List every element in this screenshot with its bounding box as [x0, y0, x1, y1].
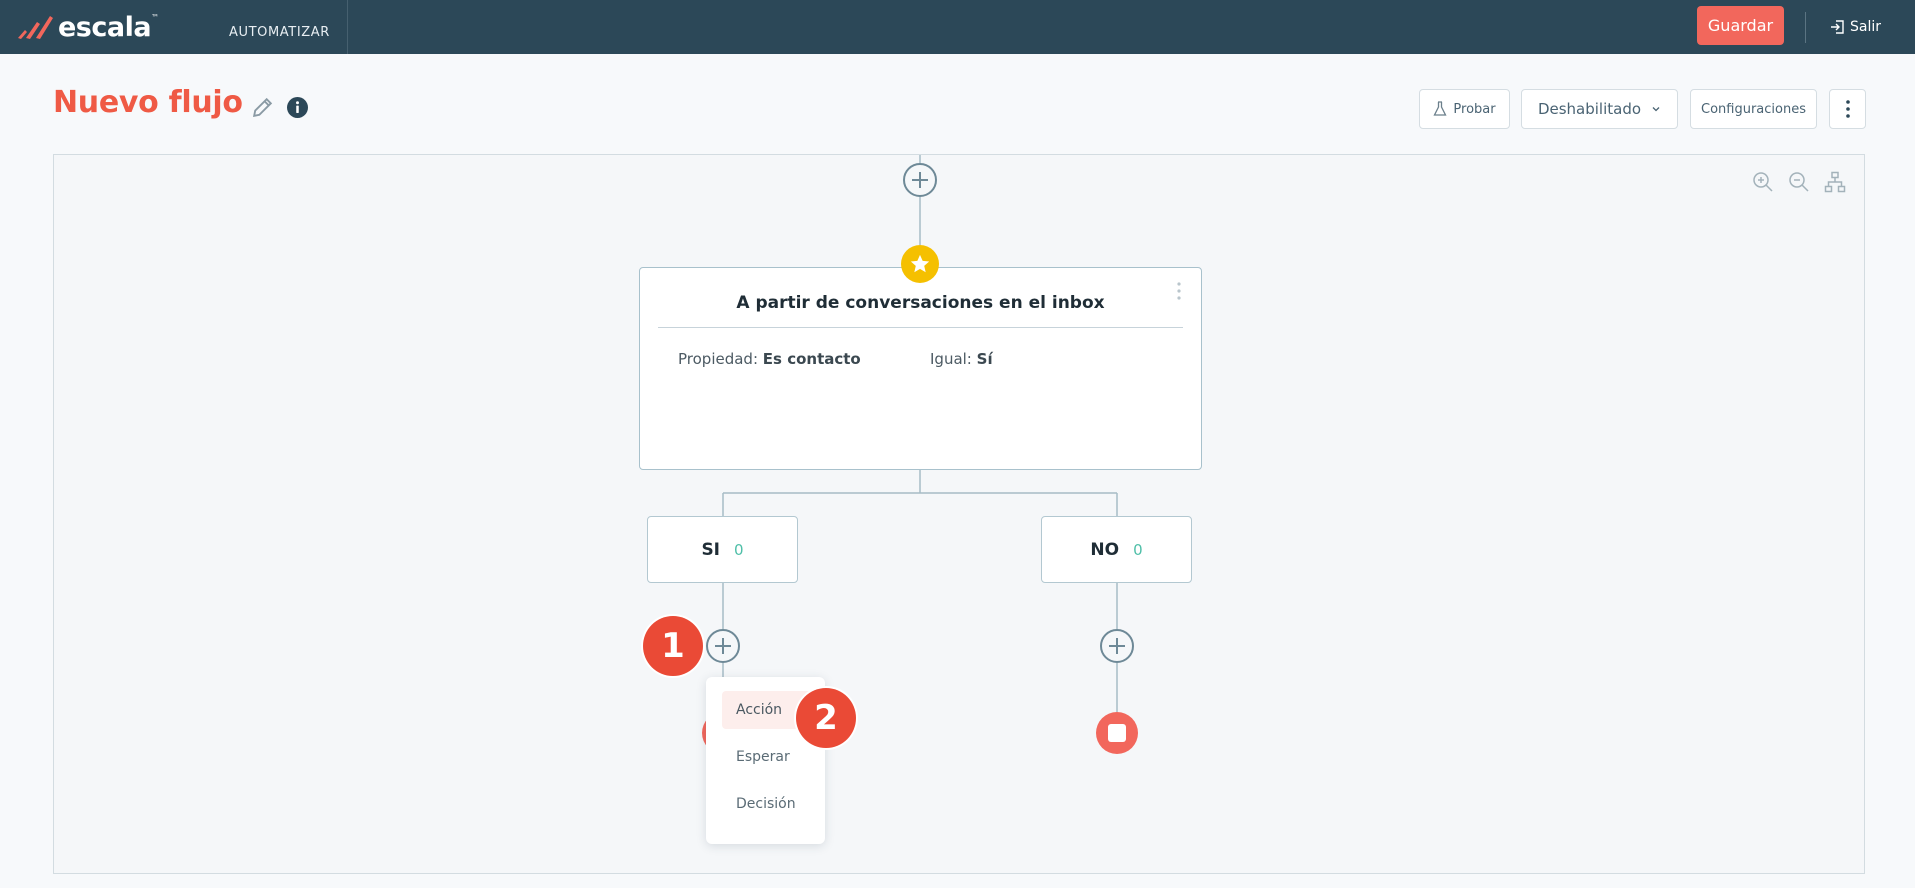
branch-si-label: SI — [701, 539, 721, 560]
condition-equals: Igual: Sí — [930, 350, 993, 368]
settings-button[interactable]: Configuraciones — [1690, 89, 1817, 129]
trigger-title: A partir de conversaciones en el inbox — [736, 293, 1105, 313]
status-dropdown-label: Deshabilitado — [1537, 100, 1642, 118]
stop-icon — [1108, 724, 1126, 742]
test-button[interactable]: Probar — [1419, 89, 1510, 129]
condition-property-value: Es contacto — [762, 350, 861, 368]
nav-automatizar[interactable]: AUTOMATIZAR — [212, 0, 348, 54]
add-step-si-button[interactable] — [706, 629, 740, 663]
trigger-card[interactable]: A partir de conversaciones en el inbox P… — [639, 267, 1202, 470]
flow-canvas[interactable]: A partir de conversaciones en el inbox P… — [53, 154, 1865, 874]
step-badge-1: 1 — [643, 616, 703, 676]
nav-automatizar-label: AUTOMATIZAR — [229, 25, 330, 40]
more-options-button[interactable] — [1829, 89, 1866, 129]
add-step-no-button[interactable] — [1100, 629, 1134, 663]
branch-no-label: NO — [1090, 539, 1120, 560]
branch-no-count: 0 — [1133, 540, 1143, 559]
pencil-icon[interactable] — [250, 95, 275, 120]
logo-text: escala — [58, 11, 152, 43]
card-menu-icon[interactable] — [1177, 282, 1181, 300]
logo-trademark: ™ — [151, 12, 160, 22]
logo-mark-icon — [18, 16, 53, 39]
trigger-divider — [658, 327, 1183, 328]
logout-label: Salir — [1850, 19, 1882, 35]
topbar-divider — [1805, 12, 1806, 43]
top-bar: escala ™ AUTOMATIZAR Guardar Salir — [0, 0, 1915, 54]
condition-equals-label: Igual: — [930, 350, 972, 368]
kebab-menu-icon — [1845, 100, 1850, 118]
logout-button[interactable]: Salir — [1830, 16, 1881, 38]
flask-icon — [1433, 101, 1447, 116]
add-step-top-button[interactable] — [903, 163, 937, 197]
branch-no[interactable]: NO 0 — [1041, 516, 1192, 583]
test-button-label: Probar — [1453, 101, 1496, 117]
menu-item-decision[interactable]: Decisión — [722, 785, 812, 823]
status-dropdown[interactable]: Deshabilitado — [1521, 89, 1678, 129]
branch-si-count: 0 — [734, 540, 744, 559]
trigger-star-icon — [901, 245, 939, 283]
chevron-down-icon — [1652, 107, 1660, 112]
info-icon[interactable] — [287, 97, 308, 118]
menu-item-esperar[interactable]: Esperar — [722, 738, 812, 776]
end-node-no[interactable] — [1096, 712, 1138, 754]
branch-si[interactable]: SI 0 — [647, 516, 798, 583]
condition-property: Propiedad: Es contacto — [678, 350, 861, 368]
condition-equals-value: Sí — [976, 350, 993, 368]
condition-property-label: Propiedad: — [678, 350, 759, 368]
step-badge-2: 2 — [796, 688, 856, 748]
logout-icon — [1831, 20, 1844, 34]
escala-logo[interactable]: escala ™ — [16, 11, 160, 43]
flow-connectors — [722, 155, 1118, 712]
page-title: Nuevo flujo — [53, 85, 243, 120]
save-button[interactable]: Guardar — [1697, 6, 1784, 45]
